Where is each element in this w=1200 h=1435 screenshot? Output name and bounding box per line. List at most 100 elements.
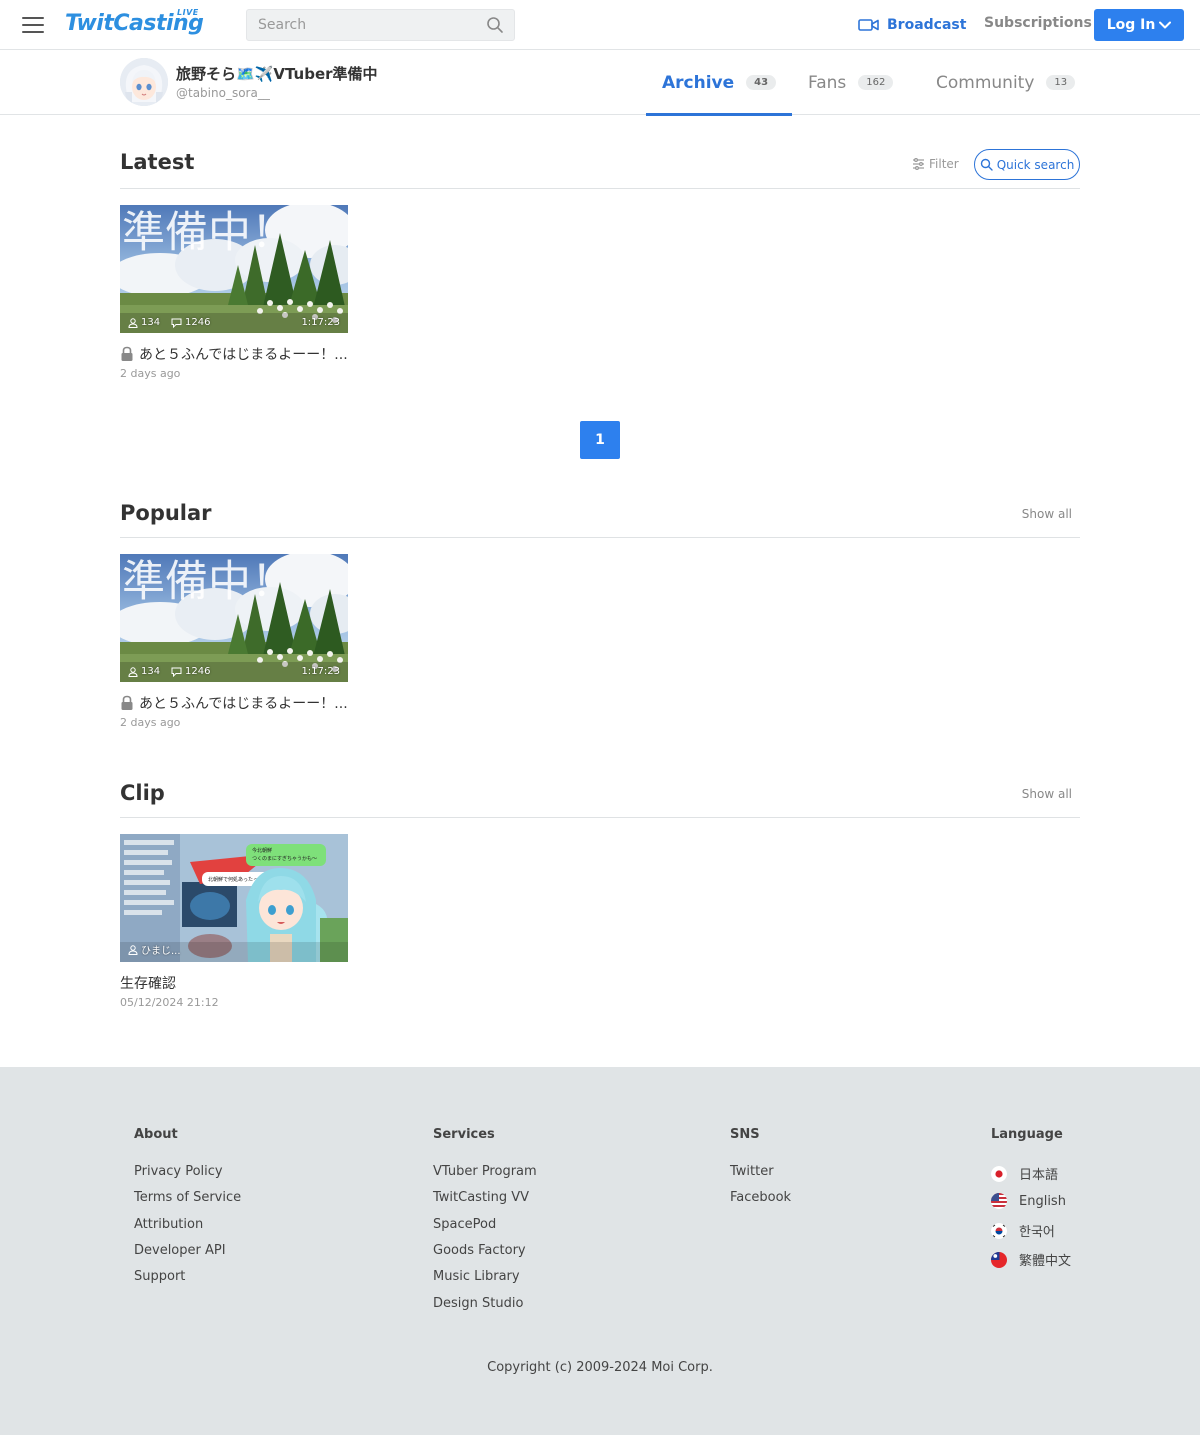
search-input[interactable]: [247, 10, 477, 40]
taiwan-flag-icon: [991, 1251, 1007, 1268]
quick-search-label: Quick search: [996, 157, 1075, 172]
footer-language-heading: Language: [991, 1127, 1063, 1142]
search-icon[interactable]: [486, 16, 504, 34]
video-title[interactable]: あと５ふんではじまるよーー！...: [120, 344, 350, 364]
tab-count: 13: [1046, 75, 1076, 90]
popular-heading: Popular: [120, 501, 212, 525]
comment-icon: [171, 667, 182, 677]
thumbnail-image: 準備中！: [120, 205, 348, 333]
video-duration: 1:17:23: [301, 666, 340, 677]
viewer-count-value: 134: [141, 666, 161, 677]
search-icon: [980, 158, 993, 171]
tab-archive[interactable]: Archive 43: [645, 50, 793, 116]
login-label: Log In: [1106, 17, 1156, 33]
footer-services-heading: Services: [433, 1127, 495, 1142]
video-camera-icon: [858, 19, 879, 31]
user-icon: [128, 317, 138, 328]
tab-count: 162: [858, 75, 894, 90]
video-title-text: あと５ふんではじまるよーー！...: [139, 347, 348, 363]
lock-icon: [121, 346, 133, 361]
filter-icon: [913, 158, 924, 170]
comment-count: 1246: [171, 317, 210, 328]
login-button[interactable]: Log In: [1094, 9, 1184, 41]
subscriptions-link[interactable]: Subscriptions: [984, 15, 1092, 31]
language-option-japanese[interactable]: 日本語: [991, 1164, 1058, 1183]
user-icon: [128, 666, 138, 677]
thumbnail-text: 準備中！: [122, 557, 294, 607]
logo-live-badge: LIVE: [177, 8, 199, 17]
broadcast-button[interactable]: Broadcast: [858, 15, 966, 35]
chevron-down-icon: [1159, 21, 1172, 29]
clip-show-all-link[interactable]: Show all: [1022, 787, 1072, 801]
popular-show-all-link[interactable]: Show all: [1022, 507, 1072, 521]
tab-label: Community: [936, 72, 1035, 93]
twitcasting-logo[interactable]: TwitCasting LIVE: [65, 8, 204, 39]
language-option-traditional-chinese[interactable]: 繁體中文: [991, 1250, 1071, 1269]
chat-bubble-text: つくのまにすぎちゃうかも〜: [252, 855, 317, 862]
footer-about-heading: About: [134, 1127, 178, 1142]
footer-link-terms[interactable]: Terms of Service: [134, 1190, 241, 1205]
avatar[interactable]: [120, 58, 168, 106]
korea-flag-icon: [991, 1222, 1007, 1239]
video-date: 2 days ago: [120, 367, 181, 380]
pagination-page-1[interactable]: 1: [580, 421, 620, 459]
search-box: [246, 9, 515, 41]
footer-link-attribution[interactable]: Attribution: [134, 1217, 203, 1232]
clip-user-name: ひまじ...: [141, 946, 181, 957]
thumbnail-image: 準備中！: [120, 554, 348, 682]
footer-link-spacepod[interactable]: SpacePod: [433, 1217, 496, 1232]
profile-bar: 旅野そら🗺️✈️VTuber準備中 @tabino_sora__ Archive…: [0, 50, 1200, 116]
thumbnail-text: 準備中！: [122, 208, 294, 258]
comment-count-value: 1246: [185, 666, 211, 677]
user-icon: [128, 944, 138, 955]
menu-icon[interactable]: [22, 17, 44, 33]
copyright-text: Copyright (c) 2009-2024 Moi Corp.: [487, 1360, 713, 1375]
tab-community[interactable]: Community 13: [936, 50, 1076, 115]
profile-handle: @tabino_sora__: [176, 86, 270, 100]
chat-bubble-text: 今北朝鮮: [252, 847, 272, 854]
footer-sns-heading: SNS: [730, 1127, 760, 1142]
profile-name[interactable]: 旅野そら🗺️✈️VTuber準備中: [176, 63, 378, 84]
avatar-image: [120, 58, 168, 106]
viewer-count: 134: [128, 317, 160, 328]
comment-icon: [171, 318, 182, 328]
us-flag-icon: [991, 1193, 1007, 1209]
clip-date: 05/12/2024 21:12: [120, 996, 219, 1009]
comment-count-value: 1246: [185, 317, 211, 328]
footer-link-goods-factory[interactable]: Goods Factory: [433, 1243, 526, 1258]
language-option-english[interactable]: English: [991, 1193, 1066, 1209]
divider: [120, 188, 1080, 189]
footer-link-design-studio[interactable]: Design Studio: [433, 1296, 523, 1311]
tab-fans[interactable]: Fans 162: [808, 50, 894, 115]
comment-count: 1246: [171, 666, 210, 677]
clip-title[interactable]: 生存確認: [120, 973, 350, 993]
broadcast-label: Broadcast: [887, 17, 967, 33]
tab-label: Archive: [662, 72, 735, 93]
footer: About Privacy Policy Terms of Service At…: [0, 1067, 1200, 1435]
clip-thumbnail[interactable]: 今北朝鮮 つくのまにすぎちゃうかも〜 北朝鮮で何処あったっけ？ ひまじ...: [120, 834, 348, 962]
language-option-korean[interactable]: 한국어: [991, 1221, 1055, 1240]
video-title[interactable]: あと５ふんではじまるよーー！...: [120, 693, 350, 713]
footer-link-music-library[interactable]: Music Library: [433, 1269, 520, 1284]
quick-search-button[interactable]: Quick search: [974, 149, 1080, 180]
video-thumbnail[interactable]: 準備中！ 134 1246 1:17:23: [120, 205, 348, 333]
footer-link-twitter[interactable]: Twitter: [730, 1164, 774, 1179]
language-label: English: [1019, 1193, 1066, 1209]
divider: [120, 817, 1080, 818]
footer-link-vtuber-program[interactable]: VTuber Program: [433, 1164, 537, 1179]
latest-heading: Latest: [120, 150, 195, 174]
divider: [120, 537, 1080, 538]
clip-heading: Clip: [120, 781, 165, 805]
footer-link-facebook[interactable]: Facebook: [730, 1190, 791, 1205]
footer-link-privacy[interactable]: Privacy Policy: [134, 1164, 223, 1179]
video-thumbnail[interactable]: 準備中！ 134 1246 1:17:23: [120, 554, 348, 682]
footer-link-support[interactable]: Support: [134, 1269, 185, 1284]
filter-button[interactable]: Filter: [912, 157, 959, 171]
language-label: 한국어: [1019, 1225, 1055, 1240]
japan-flag-icon: [991, 1165, 1007, 1182]
footer-link-developer-api[interactable]: Developer API: [134, 1243, 226, 1258]
video-title-text: あと５ふんではじまるよーー！...: [139, 696, 348, 712]
tab-label: Fans: [808, 72, 847, 93]
language-label: 日本語: [1019, 1168, 1059, 1183]
footer-link-twitcasting-vv[interactable]: TwitCasting VV: [433, 1190, 529, 1205]
